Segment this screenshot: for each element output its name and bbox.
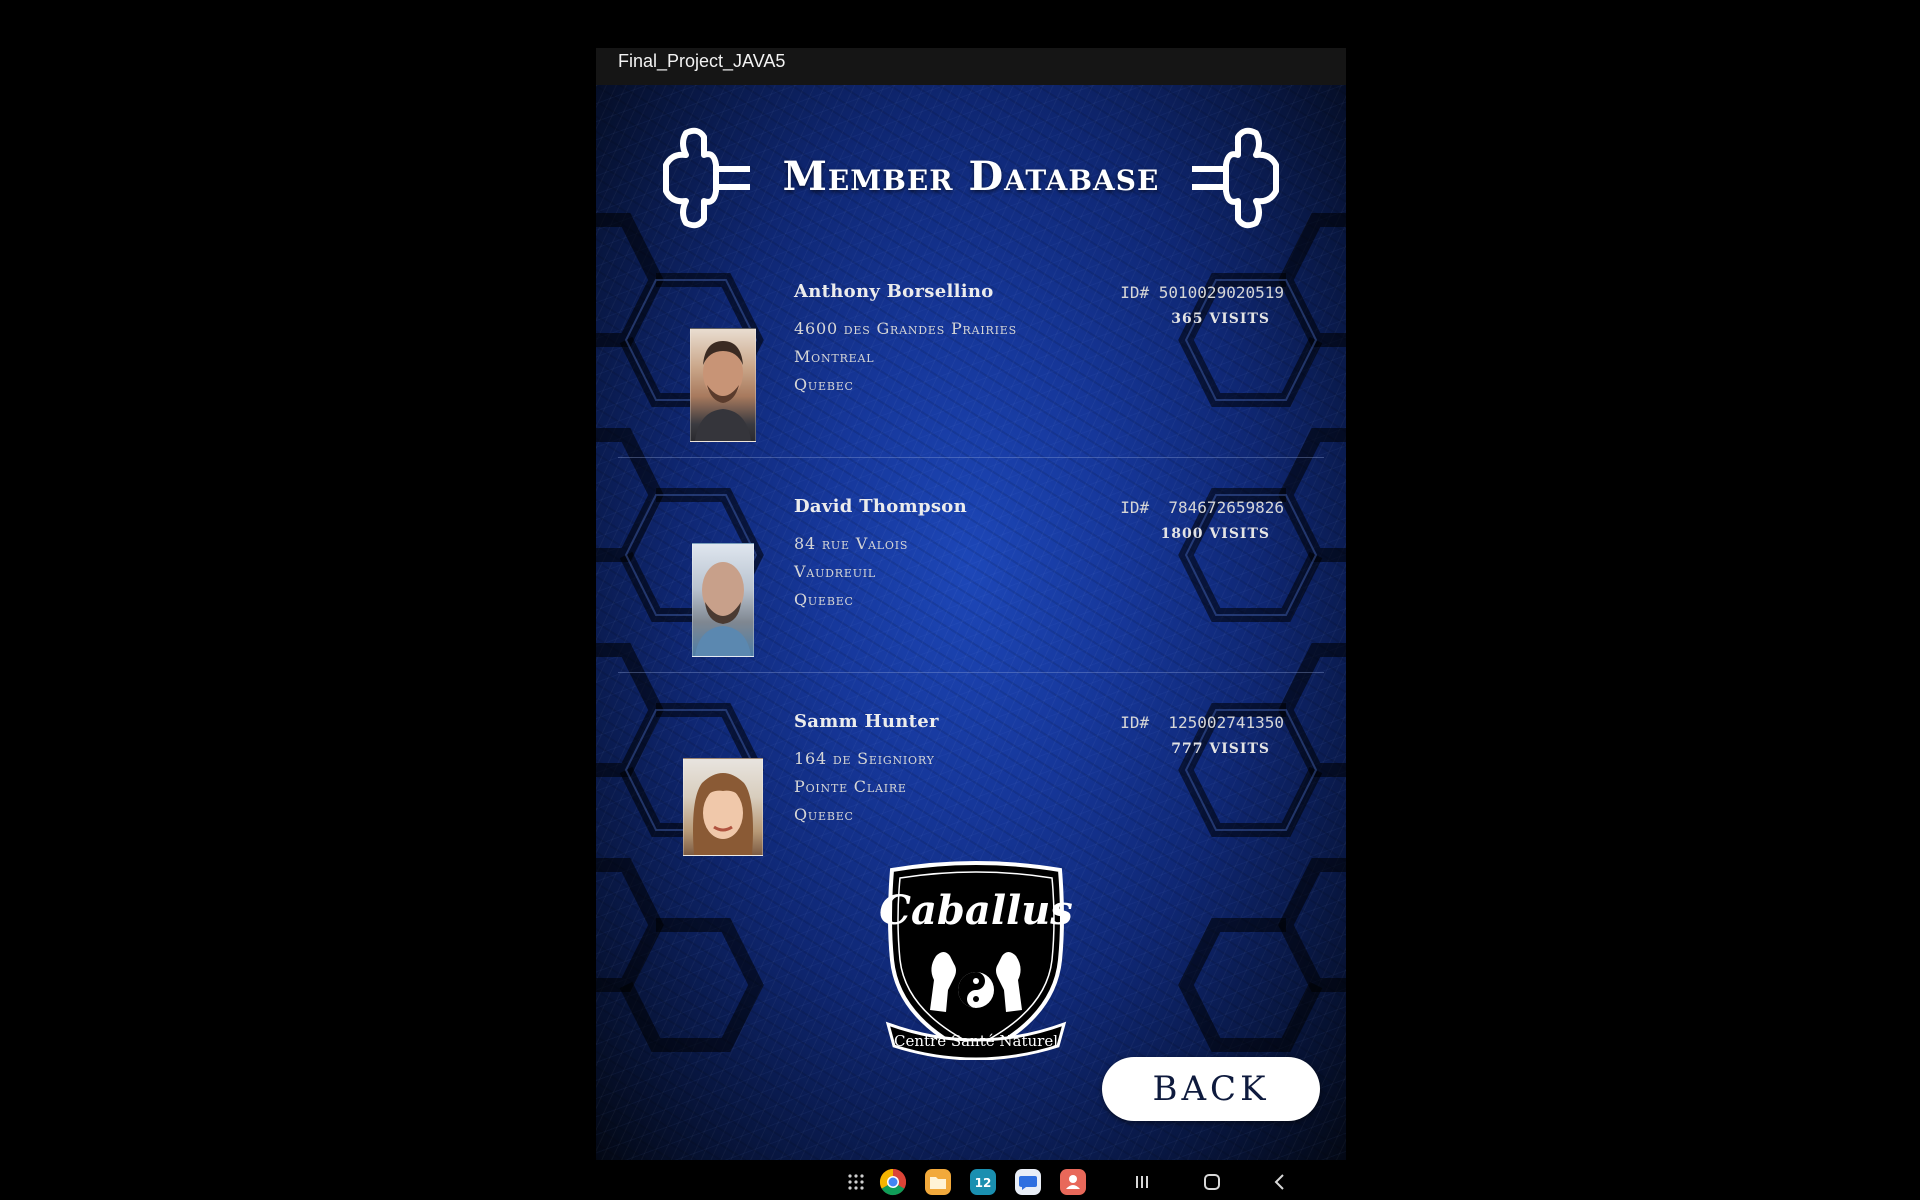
member-visits: 777 VISITS [1171,741,1270,757]
apps-grid-icon[interactable] [842,1168,870,1196]
member-address-province: Quebec [794,375,854,394]
logo-brand-text: Caballus [879,887,1073,934]
member-name: David Thompson [794,496,967,517]
member-address-street: 164 de Seigniory [794,749,935,768]
chrome-icon[interactable] [879,1168,907,1196]
member-id: ID# 5010029020519 [1120,283,1284,302]
files-icon[interactable] [924,1168,952,1196]
member-photo [683,758,763,856]
row-divider [618,672,1324,673]
home-icon[interactable] [1198,1168,1226,1196]
member-name: Anthony Borsellino [794,281,994,302]
messages-icon[interactable] [1014,1168,1042,1196]
recents-icon[interactable] [1128,1168,1156,1196]
contacts-icon[interactable] [1059,1168,1087,1196]
person-avatar-icon [695,562,751,656]
member-photo [692,543,754,657]
caballus-logo: Caballus Centre Santé Naturel [879,861,1073,1060]
back-button[interactable]: BACK [1102,1057,1320,1121]
page-header: Member Database [596,125,1346,235]
member-address-street: 84 rue Valois [794,534,909,553]
member-address-street: 4600 des Grandes Prairies [794,319,1017,338]
system-taskbar: 12 [596,1160,1346,1200]
member-row[interactable]: Anthony Borsellino 4600 des Grandes Prai… [618,263,1324,477]
calendar-icon[interactable]: 12 [969,1168,997,1196]
member-address-city: Vaudreuil [794,562,877,581]
member-address-province: Quebec [794,590,854,609]
member-id: ID# 784672659826 [1120,498,1284,517]
member-database-screen: Member Database Anthony Borsellino 4600 … [596,85,1346,1160]
person-avatar-icon [695,341,751,441]
member-address-province: Quebec [794,805,854,824]
member-id: ID# 125002741350 [1120,713,1284,732]
member-address-city: Montreal [794,347,875,366]
member-address-city: Pointe Claire [794,777,907,796]
member-visits: 365 VISITS [1171,311,1270,327]
member-visits: 1800 VISITS [1160,526,1270,542]
back-nav-icon[interactable] [1266,1168,1294,1196]
person-avatar-icon [693,773,753,855]
member-photo [690,328,756,442]
member-name: Samm Hunter [794,711,939,732]
calendar-day: 12 [975,1176,992,1190]
app-title: Final_Project_JAVA5 [618,51,786,71]
member-row[interactable]: David Thompson 84 rue Valois Vaudreuil Q… [618,478,1324,692]
row-divider [618,457,1324,458]
screen: Final_Project_JAVA5 Member Database Anth… [0,0,1920,1200]
ornament-right-icon [1192,127,1279,229]
logo-tagline: Centre Santé Naturel [894,1032,1058,1050]
app-title-bar: Final_Project_JAVA5 [596,48,1346,85]
